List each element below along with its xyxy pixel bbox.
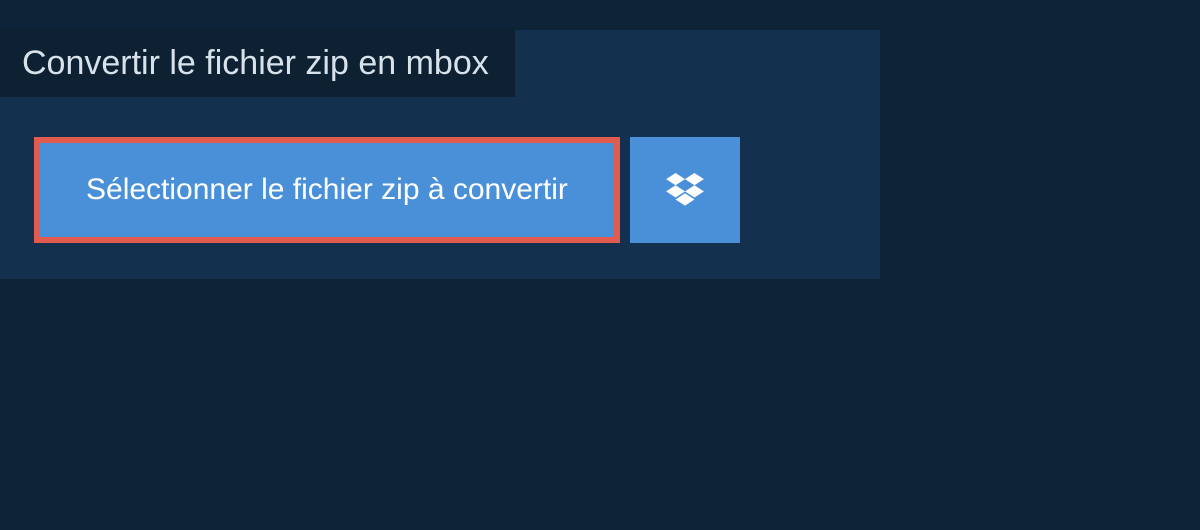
select-file-button[interactable]: Sélectionner le fichier zip à convertir bbox=[34, 137, 620, 243]
dropbox-button[interactable] bbox=[630, 137, 740, 243]
button-row: Sélectionner le fichier zip à convertir bbox=[34, 137, 880, 243]
page-title: Convertir le fichier zip en mbox bbox=[22, 44, 489, 83]
select-file-label: Sélectionner le fichier zip à convertir bbox=[86, 173, 568, 207]
converter-panel: Convertir le fichier zip en mbox Sélecti… bbox=[0, 30, 880, 279]
panel-header: Convertir le fichier zip en mbox bbox=[0, 30, 515, 97]
dropbox-icon bbox=[666, 173, 704, 207]
